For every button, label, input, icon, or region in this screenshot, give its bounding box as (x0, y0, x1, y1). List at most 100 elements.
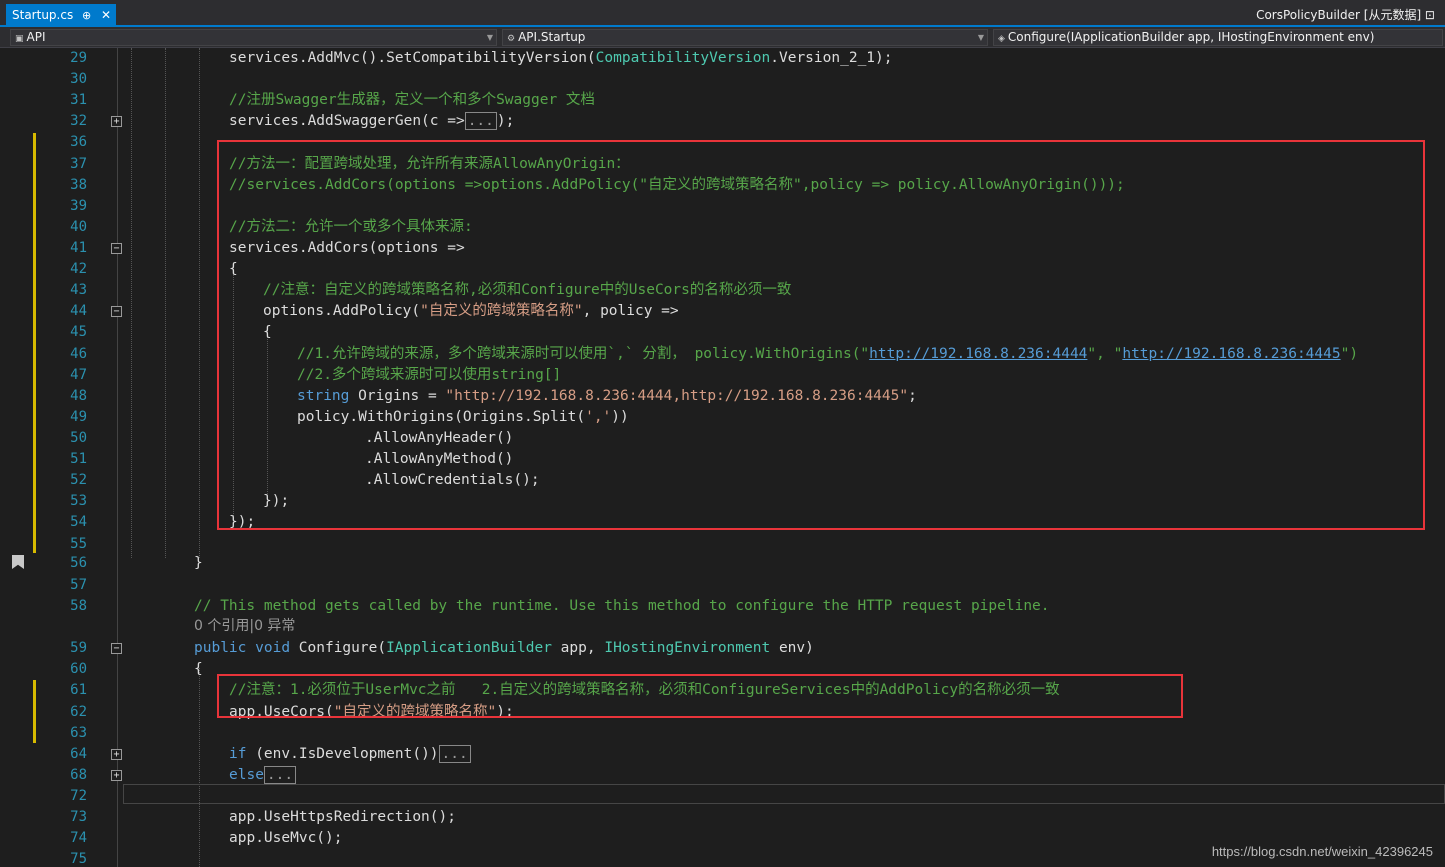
code-token: services.AddSwaggerGen(c => (229, 113, 465, 129)
code-token: IApplicationBuilder (386, 640, 552, 656)
code-text[interactable]: .AllowAnyMethod() (365, 449, 513, 470)
code-line[interactable]: 73 app.UseHttpsRedirection(); (0, 807, 1445, 828)
pin-icon[interactable]: ⊕ (82, 4, 91, 27)
code-line[interactable]: 48 string Origins = "http://192.168.8.236… (0, 386, 1445, 407)
collapsed-region[interactable]: ... (263, 766, 297, 784)
code-line[interactable]: 37 //方法一：配置跨域处理，允许所有来源AllowAnyOrigin： (0, 154, 1445, 175)
code-line[interactable]: 55 (0, 534, 1445, 555)
code-text[interactable]: // This method gets called by the runtim… (194, 596, 1050, 617)
code-line[interactable]: 30 (0, 69, 1445, 90)
code-token: else (229, 767, 264, 783)
code-text[interactable]: .AllowCredentials(); (365, 470, 540, 491)
code-text[interactable]: //services.AddCors(options =>options.Add… (229, 175, 1125, 196)
code-line[interactable]: 44 − options.AddPolicy("自定义的跨域策略名称", polic… (0, 301, 1445, 322)
code-text[interactable]: string Origins = "http://192.168.8.236:4… (297, 386, 917, 407)
code-text[interactable]: if (env.IsDevelopment())... (229, 744, 471, 765)
code-line[interactable]: 54}); (0, 512, 1445, 533)
code-line[interactable]: 64 + if (env.IsDevelopment())... (0, 744, 1445, 765)
code-text[interactable]: { (229, 259, 238, 280)
code-text[interactable]: }); (229, 512, 255, 533)
url-link[interactable]: http://192.168.8.236:4444 (869, 346, 1087, 362)
code-token: ; (908, 388, 917, 404)
code-token: //注意：自定义的跨域策略名称,必须和Configure中的UseCors的名称… (263, 282, 792, 298)
code-token: app.UseCors( (229, 704, 334, 720)
code-line[interactable]: 51 .AllowAnyMethod() (0, 449, 1445, 470)
collapse-icon[interactable]: − (111, 306, 122, 317)
code-text[interactable]: services.AddMvc().SetCompatibilityVersio… (229, 48, 892, 69)
code-line[interactable]: 59 − public void Configure(IApplicationBui… (0, 638, 1445, 659)
code-line[interactable]: 56} (0, 553, 1445, 574)
collapsed-region[interactable]: ... (464, 112, 497, 130)
code-line[interactable]: 42 { (0, 259, 1445, 280)
line-number: 44 (70, 303, 87, 319)
code-line[interactable]: 41 − services.AddCors(options => (0, 238, 1445, 259)
code-line[interactable]: 45 { (0, 322, 1445, 343)
code-text[interactable]: //方法二：允许一个或多个具体来源: (229, 217, 473, 238)
code-text[interactable]: app.UseCors("自定义的跨域策略名称"); (229, 702, 514, 723)
collapsed-region[interactable]: ... (438, 745, 471, 763)
url-link[interactable]: http://192.168.8.236:4445 (1122, 346, 1340, 362)
code-text[interactable]: } (194, 553, 203, 574)
project-dropdown[interactable]: ▣ API ▼ (10, 29, 497, 46)
code-text[interactable]: //1.允许跨域的来源，多个跨域来源时可以使用`,` 分割， policy.Wi… (297, 344, 1358, 365)
code-editor[interactable]: 29 services.AddMvc().SetCompatibilityVers… (0, 48, 1445, 867)
code-line[interactable]: 63 (0, 723, 1445, 744)
code-text[interactable]: //注意：1.必须位于UserMvc之前 2.自定义的跨域策略名称，必须和Con… (229, 680, 1060, 701)
code-line[interactable]: 52 .AllowCredentials(); (0, 470, 1445, 491)
code-line[interactable]: 29 services.AddMvc().SetCompatibilityVers… (0, 48, 1445, 69)
code-token: )) (611, 409, 629, 425)
expand-icon[interactable]: + (111, 770, 122, 781)
code-line[interactable]: 53}); (0, 491, 1445, 512)
code-line[interactable]: 57 (0, 575, 1445, 596)
code-text[interactable]: policy.WithOrigins(Origins.Split(',')) (297, 407, 629, 428)
code-text[interactable]: else... (229, 765, 297, 786)
code-text[interactable]: //方法一：配置跨域处理，允许所有来源AllowAnyOrigin： (229, 154, 630, 175)
member-dropdown[interactable]: ◈ Configure(IApplicationBuilder app, IHos… (993, 29, 1443, 46)
code-line[interactable]: 39 (0, 196, 1445, 217)
close-icon[interactable]: ✕ (101, 4, 111, 27)
code-line[interactable]: 60 { (0, 659, 1445, 680)
codelens-references[interactable]: 0 个引用|0 异常 (194, 615, 295, 635)
code-line[interactable]: 62 app.UseCors("自定义的跨域策略名称"); (0, 702, 1445, 723)
code-text[interactable]: options.AddPolicy("自定义的跨域策略名称", policy =… (263, 301, 679, 322)
code-token: Configure( (290, 640, 387, 656)
code-line[interactable]: 36 (0, 132, 1445, 153)
code-token: CompatibilityVersion (595, 50, 771, 66)
code-token: .AllowCredentials(); (365, 472, 540, 488)
code-text[interactable]: app.UseMvc(); (229, 828, 343, 849)
line-number: 63 (70, 725, 87, 741)
tab-startup-cs[interactable]: Startup.cs ⊕ ✕ (6, 4, 116, 27)
code-line[interactable]: 47 //2.多个跨域来源时可以使用string[] (0, 365, 1445, 386)
code-text[interactable]: public void Configure(IApplicationBuilde… (194, 638, 814, 659)
code-text[interactable]: }); (263, 491, 289, 512)
collapse-icon[interactable]: − (111, 643, 122, 654)
collapse-icon[interactable]: − (111, 243, 122, 254)
code-line[interactable]: 38 //services.AddCors(options =>options.A… (0, 175, 1445, 196)
code-line[interactable]: 46 //1.允许跨域的来源，多个跨域来源时可以使用`,` 分割， policy.… (0, 344, 1445, 365)
code-line[interactable]: 43 //注意：自定义的跨域策略名称,必须和Configure中的UseCors的… (0, 280, 1445, 301)
code-line[interactable]: 68 + else... (0, 765, 1445, 786)
code-text[interactable]: //2.多个跨域来源时可以使用string[] (297, 365, 561, 386)
code-line[interactable]: 61 //注意：1.必须位于UserMvc之前 2.自定义的跨域策略名称，必须和C… (0, 680, 1445, 701)
code-token: //services.AddCors(options =>options.Add… (229, 177, 1125, 193)
code-text[interactable]: services.AddCors(options => (229, 238, 465, 259)
expand-icon[interactable]: + (111, 749, 122, 760)
code-line[interactable]: 50 .AllowAnyHeader() (0, 428, 1445, 449)
code-text[interactable]: services.AddSwaggerGen(c =>...); (229, 111, 514, 132)
line-number: 32 (70, 113, 87, 129)
code-line[interactable]: 49 policy.WithOrigins(Origins.Split(',')) (0, 407, 1445, 428)
code-text[interactable]: { (263, 322, 272, 343)
code-text[interactable]: .AllowAnyHeader() (365, 428, 513, 449)
expand-icon[interactable]: + (111, 116, 122, 127)
code-text[interactable]: { (194, 659, 203, 680)
code-text[interactable]: app.UseHttpsRedirection(); (229, 807, 456, 828)
project-dropdown-label: API (26, 30, 46, 44)
code-line[interactable]: 40 //方法二：允许一个或多个具体来源: (0, 217, 1445, 238)
code-text[interactable]: //注册Swagger生成器，定义一个和多个Swagger 文档 (229, 90, 595, 111)
code-line[interactable]: 31 //注册Swagger生成器，定义一个和多个Swagger 文档 (0, 90, 1445, 111)
code-line[interactable]: 58 // This method gets called by the runt… (0, 596, 1445, 617)
metadata-tab-title[interactable]: CorsPolicyBuilder [从元数据] ⊡ (1256, 6, 1435, 23)
class-dropdown[interactable]: ⚙ API.Startup ▼ (502, 29, 988, 46)
code-text[interactable]: //注意：自定义的跨域策略名称,必须和Configure中的UseCors的名称… (263, 280, 791, 301)
code-line[interactable]: 32 + services.AddSwaggerGen(c =>...); (0, 111, 1445, 132)
